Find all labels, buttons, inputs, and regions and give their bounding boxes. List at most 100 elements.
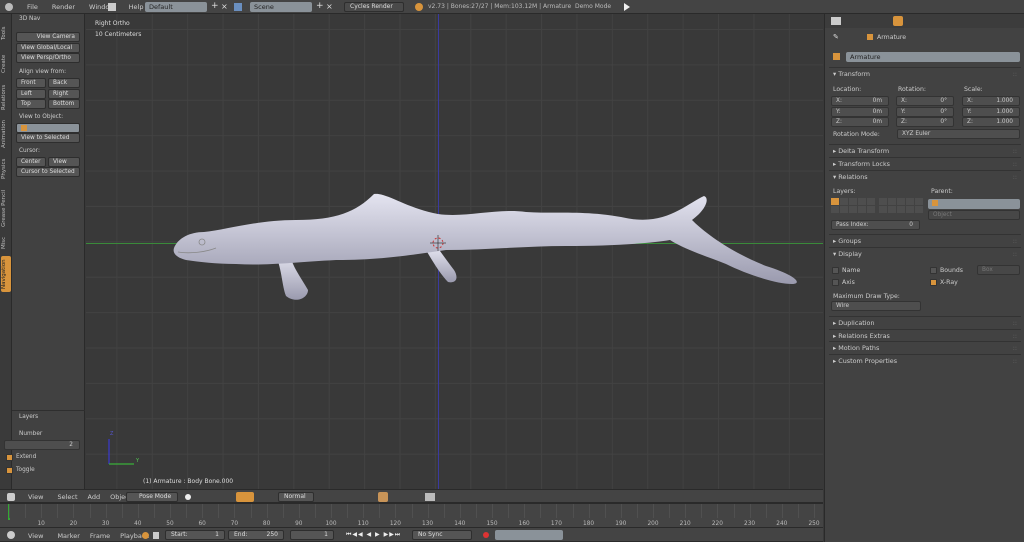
- menu-add[interactable]: Add: [88, 493, 101, 501]
- duplication-panel-header[interactable]: ▸ Duplication::: [829, 316, 1021, 328]
- timeline-editor-icon[interactable]: [7, 531, 15, 539]
- location-x-field[interactable]: X: 0m: [831, 96, 889, 106]
- object-name-field[interactable]: Armature: [846, 52, 1020, 62]
- scale-y-field[interactable]: Y: 1.000: [962, 106, 1020, 117]
- current-frame-field[interactable]: 1: [290, 530, 334, 540]
- start-frame-field[interactable]: Start: 1: [165, 530, 225, 540]
- menu-help[interactable]: Help: [129, 3, 144, 11]
- menu-file[interactable]: File: [27, 3, 38, 11]
- cursor-view-button[interactable]: View: [48, 157, 80, 167]
- toggle-checkbox[interactable]: [6, 467, 13, 474]
- bounds-type-dropdown[interactable]: Box: [977, 265, 1020, 275]
- scene-icon[interactable]: [234, 3, 242, 11]
- location-z-field[interactable]: Z: 0m: [831, 117, 889, 127]
- parent-field[interactable]: [928, 199, 1020, 209]
- max-draw-type-dropdown[interactable]: Wire: [831, 301, 921, 311]
- name-checkbox[interactable]: [832, 267, 839, 274]
- mode-dropdown[interactable]: Pose Mode: [126, 492, 178, 502]
- demo-mode-label[interactable]: Demo Mode: [575, 3, 611, 10]
- transform-locks-panel-header[interactable]: ▸ Transform Locks::: [829, 157, 1021, 169]
- tab-grease-pencil[interactable]: Grease Pencil: [1, 186, 11, 230]
- top-button[interactable]: Top: [16, 99, 46, 109]
- left-button[interactable]: Left: [16, 89, 46, 99]
- add-layout-button[interactable]: +: [211, 1, 219, 11]
- tab-physics[interactable]: Physics: [1, 154, 11, 184]
- render-engine-dropdown[interactable]: Cycles Render: [344, 2, 404, 12]
- bounds-checkbox[interactable]: [930, 267, 937, 274]
- keying-icon[interactable]: [142, 532, 149, 539]
- 3d-viewport[interactable]: Right Ortho 10 Centimeters Z Y (1) Armat…: [86, 14, 823, 489]
- tab-misc[interactable]: Misc: [1, 232, 11, 254]
- creature-armature-mesh[interactable]: [86, 14, 823, 489]
- shading-icon[interactable]: [185, 494, 191, 500]
- rotation-y-field[interactable]: Y: 0°: [896, 106, 954, 117]
- view-global-local-button[interactable]: View Global/Local: [16, 43, 80, 53]
- relations-panel-header[interactable]: ▾ Relations::: [829, 170, 1021, 182]
- info-editor-icon[interactable]: [5, 3, 13, 11]
- tab-relations[interactable]: Relations: [1, 80, 11, 114]
- view-persp-ortho-button[interactable]: View Persp/Ortho: [16, 53, 80, 63]
- tab-tools[interactable]: Tools: [1, 18, 11, 48]
- bottom-button[interactable]: Bottom: [48, 99, 80, 109]
- editor-type-icon[interactable]: [7, 493, 15, 501]
- tab-create[interactable]: Create: [1, 50, 11, 78]
- layer-number-field[interactable]: 2: [4, 440, 80, 450]
- view-to-object-field[interactable]: [16, 123, 80, 133]
- custom-properties-panel-header[interactable]: ▸ Custom Properties::: [829, 354, 1021, 366]
- right-button[interactable]: Right: [48, 89, 80, 99]
- parent-type-dropdown[interactable]: Object: [928, 210, 1020, 220]
- lock-layers-icon[interactable]: [378, 492, 388, 502]
- motion-paths-panel-header[interactable]: ▸ Motion Paths::: [829, 341, 1021, 353]
- relations-extras-panel-header[interactable]: ▸ Relations Extras::: [829, 329, 1021, 341]
- playback-controls[interactable]: ⏮◀◀ ◀ ▶ ▶▶⏭: [346, 531, 401, 539]
- play-icon[interactable]: [624, 3, 630, 11]
- object-layers-grid-1[interactable]: [831, 198, 875, 213]
- view-camera-button[interactable]: View Camera: [16, 32, 80, 42]
- delta-transform-panel-header[interactable]: ▸ Delta Transform::: [829, 144, 1021, 156]
- delete-scene-button[interactable]: ×: [326, 2, 333, 11]
- render-preview-icon[interactable]: [425, 493, 435, 501]
- record-icon[interactable]: [483, 532, 489, 538]
- front-button[interactable]: Front: [16, 78, 46, 88]
- groups-panel-header[interactable]: ▸ Groups::: [829, 234, 1021, 246]
- object-layers-grid-2[interactable]: [879, 198, 923, 213]
- screen-layout-icon[interactable]: [108, 3, 116, 11]
- timeline[interactable]: 10 20 30 40 50 60 70 80 90 100 110 120 130 140 150 160 1…: [0, 503, 823, 527]
- manipulator-toggle[interactable]: [236, 492, 254, 502]
- menu-render[interactable]: Render: [52, 3, 75, 11]
- tab-navigation[interactable]: Navigation: [1, 256, 11, 292]
- scene-field[interactable]: Scene: [250, 2, 312, 12]
- layers-panel-title[interactable]: Layers: [19, 414, 38, 420]
- end-frame-field[interactable]: End: 250: [228, 530, 284, 540]
- transform-orientation-dropdown[interactable]: Normal: [278, 492, 314, 502]
- add-scene-button[interactable]: +: [316, 1, 324, 11]
- rotation-x-field[interactable]: X: 0°: [896, 96, 954, 106]
- location-y-field[interactable]: Y: 0m: [831, 106, 889, 117]
- view-to-selected-button[interactable]: View to Selected: [16, 133, 80, 143]
- scale-x-field[interactable]: X: 1.000: [962, 96, 1020, 106]
- cursor-to-selected-button[interactable]: Cursor to Selected: [16, 167, 80, 177]
- menu-view[interactable]: View: [28, 493, 43, 501]
- xray-checkbox[interactable]: [930, 279, 937, 286]
- pin-icon[interactable]: ✎: [833, 33, 839, 41]
- object-tab-icon[interactable]: [893, 16, 903, 26]
- menu-frame[interactable]: Frame: [90, 532, 110, 540]
- transform-panel-header[interactable]: ▾ Transform::: [829, 67, 1021, 79]
- screen-layout-field[interactable]: Default: [145, 2, 207, 12]
- axis-checkbox[interactable]: [832, 279, 839, 286]
- delete-layout-button[interactable]: ×: [221, 2, 228, 11]
- display-panel-header[interactable]: ▾ Display::: [829, 247, 1021, 259]
- menu-marker[interactable]: Marker: [57, 532, 79, 540]
- cursor-center-button[interactable]: Center: [16, 157, 46, 167]
- pass-index-field[interactable]: Pass Index: 0: [831, 220, 920, 230]
- scale-z-field[interactable]: Z: 1.000: [962, 117, 1020, 127]
- extend-checkbox[interactable]: [6, 454, 13, 461]
- panel-3d-nav-title[interactable]: 3D Nav: [19, 16, 40, 22]
- rotation-z-field[interactable]: Z: 0°: [896, 117, 954, 127]
- lock-icon[interactable]: [153, 532, 159, 539]
- menu-view[interactable]: View: [28, 532, 43, 540]
- back-button[interactable]: Back: [48, 78, 80, 88]
- menu-select[interactable]: Select: [57, 493, 77, 501]
- keying-set-field[interactable]: [495, 530, 563, 540]
- rotation-mode-dropdown[interactable]: XYZ Euler: [897, 129, 1020, 139]
